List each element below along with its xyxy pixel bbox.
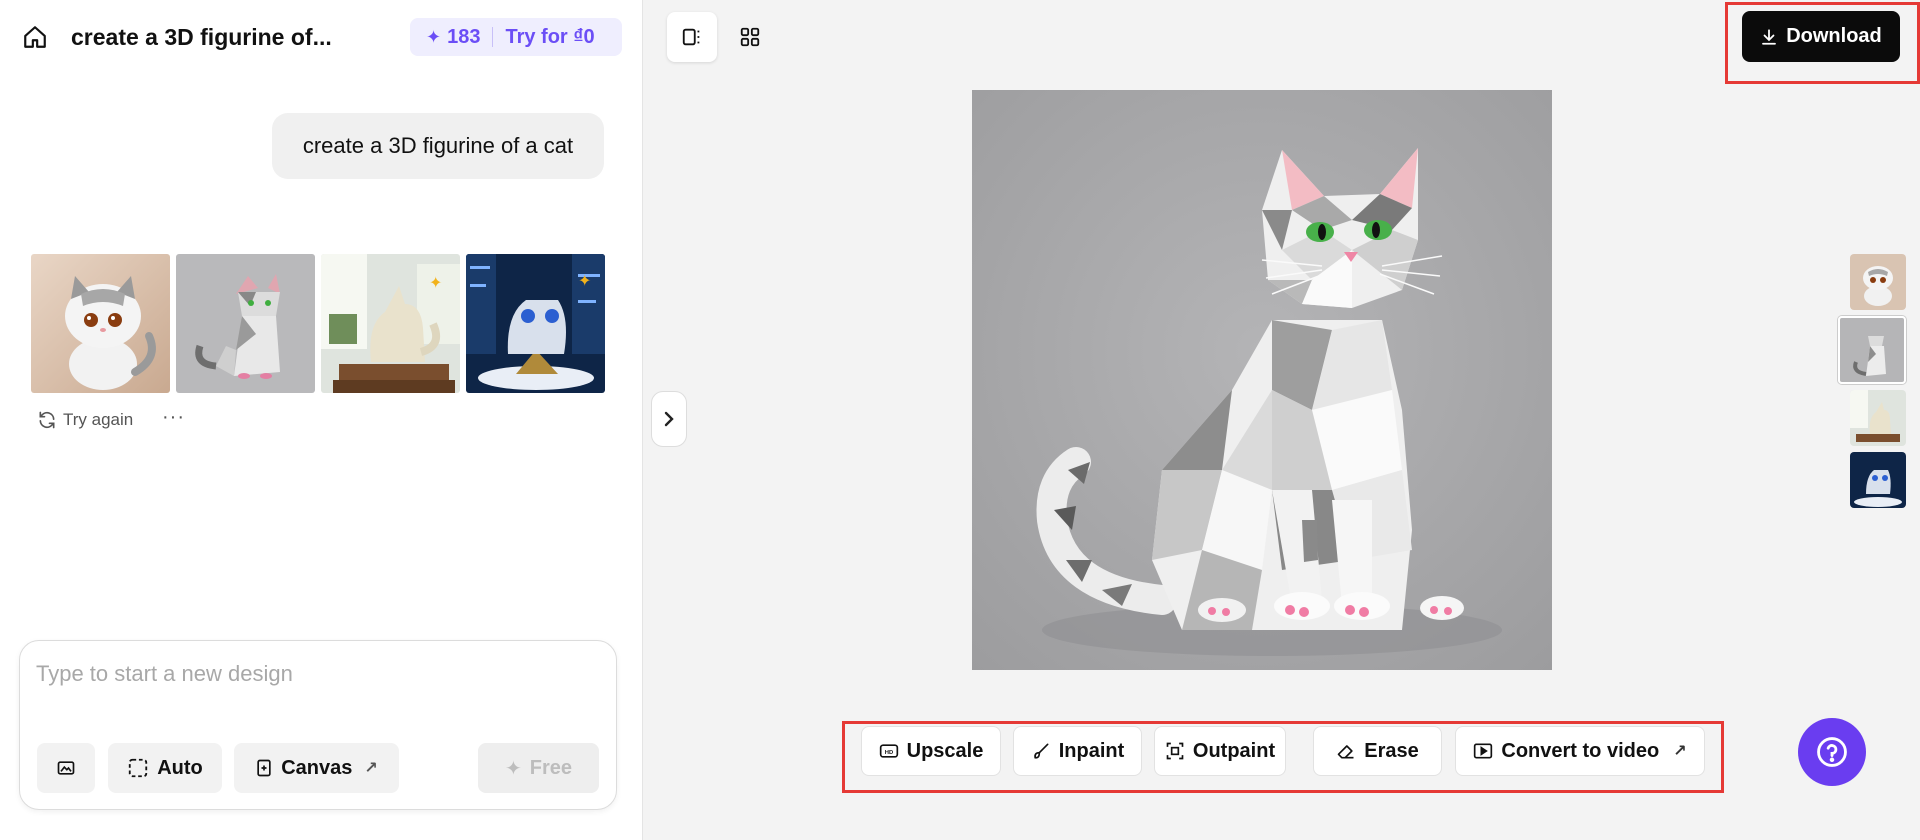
page-title: create a 3D figurine of... [71,24,332,50]
outpaint-button[interactable]: Outpaint [1154,726,1286,776]
auto-label: Auto [157,756,203,779]
inpaint-label: Inpaint [1058,739,1125,762]
upscale-label: Upscale [906,739,984,762]
credits-badge[interactable]: ✦ 183 Try for ₫0 [410,18,622,56]
try-again-label: Try again [63,410,134,429]
outpaint-label: Outpaint [1192,739,1276,762]
new-design-input[interactable] [36,661,596,687]
expand-panel-button[interactable] [651,391,687,447]
svg-text:HD: HD [884,750,892,756]
side-thumbnails [1838,254,1906,508]
download-button[interactable]: Download [1742,11,1900,62]
auto-button[interactable]: Auto [108,743,222,793]
canvas-icon [257,759,271,777]
generated-image-3[interactable]: ✦ [321,254,460,393]
credits-divider [492,27,494,47]
convert-to-video-label: Convert to video [1501,739,1660,762]
chat-header: create a 3D figurine of... ✦ 183 Try for… [0,0,643,74]
help-icon [1817,737,1847,767]
svg-text:✦: ✦ [429,275,442,292]
brush-icon [1033,743,1049,759]
dashed-square-icon [129,758,148,778]
upscale-button[interactable]: HD Upscale [861,726,1001,776]
download-icon [1762,28,1777,45]
generated-image-4[interactable]: ✦ [466,254,605,393]
sparkle-icon: ✦ [426,26,442,47]
sparkle-icon: ✦ [504,757,522,780]
download-label: Download [1786,25,1882,47]
home-button[interactable] [20,22,50,52]
expand-icon [1166,742,1184,760]
help-button[interactable] [1798,718,1866,786]
canvas-button[interactable]: Canvas ↗ [234,743,399,793]
generated-image-2[interactable] [176,254,315,393]
side-thumbnail-4[interactable] [1850,452,1906,508]
generate-free-button[interactable]: ✦ Free [478,743,599,793]
generated-image-1[interactable] [31,254,170,393]
more-options-button[interactable]: ··· [162,406,185,429]
chat-panel: create a 3D figurine of... ✦ 183 Try for… [0,0,643,840]
convert-to-video-button[interactable]: Convert to video ↗ [1455,726,1705,776]
refresh-icon [39,411,55,429]
main-image [972,90,1552,670]
erase-button[interactable]: Erase [1313,726,1442,776]
side-thumbnail-2[interactable] [1838,316,1906,384]
external-arrow-icon: ↗ [1673,743,1687,760]
chevron-right-icon [664,411,674,427]
single-view-button[interactable] [667,12,717,62]
credits-count: 183 [447,25,481,48]
eraser-icon [1337,745,1354,759]
inpaint-button[interactable]: Inpaint [1013,726,1142,776]
image-upload-button[interactable] [37,743,95,793]
generated-images: ✦ ✦ [31,254,605,393]
erase-label: Erase [1364,739,1419,762]
side-thumbnail-3[interactable] [1850,390,1906,446]
image-icon [57,761,75,775]
user-prompt-bubble: create a 3D figurine of a cat [272,113,604,179]
try-for-free-link[interactable]: Try for ₫0 [505,26,594,49]
view-toggle [667,12,775,62]
free-label: Free [529,756,572,779]
composer: Auto Canvas ↗ ✦ Free [19,640,617,810]
grid-icon [740,27,760,47]
split-view-icon [682,28,700,46]
grid-view-button[interactable] [725,12,775,62]
hd-icon: HD [879,744,898,758]
svg-text:✦: ✦ [578,273,591,290]
home-icon [24,26,46,48]
video-icon [1474,743,1493,759]
external-arrow-icon: ↗ [364,760,378,777]
side-thumbnail-1[interactable] [1850,254,1906,310]
try-again-button[interactable]: Try again [37,410,133,430]
canvas-label: Canvas [281,756,353,779]
